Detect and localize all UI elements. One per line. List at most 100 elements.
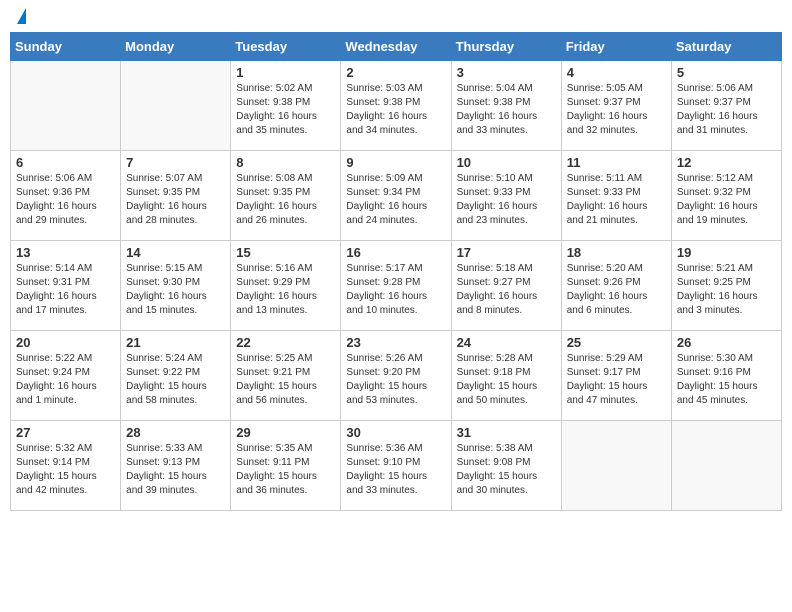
day-number: 28 [126, 425, 225, 440]
day-number: 24 [457, 335, 556, 350]
day-number: 19 [677, 245, 776, 260]
day-info: Sunrise: 5:18 AM Sunset: 9:27 PM Dayligh… [457, 262, 556, 318]
calendar-day-cell: 7 Sunrise: 5:07 AM Sunset: 9:35 PM Daylig… [121, 151, 231, 241]
day-info: Sunrise: 5:32 AM Sunset: 9:14 PM Dayligh… [16, 442, 115, 498]
calendar-day-header: Tuesday [231, 33, 341, 61]
day-number: 18 [567, 245, 666, 260]
calendar-day-cell: 5Sunrise: 5:06 AM Sunset: 9:37 PM Daylig… [671, 61, 781, 151]
calendar-day-cell: 19 Sunrise: 5:21 AM Sunset: 9:25 PM Dayli… [671, 241, 781, 331]
day-number: 3 [457, 65, 556, 80]
day-number: 15 [236, 245, 335, 260]
calendar-day-header: Wednesday [341, 33, 451, 61]
calendar-table: SundayMondayTuesdayWednesdayThursdayFrid… [10, 32, 782, 511]
day-info: Sunrise: 5:02 AM Sunset: 9:38 PM Dayligh… [236, 82, 335, 138]
day-info: Sunrise: 5:12 AM Sunset: 9:32 PM Dayligh… [677, 172, 776, 228]
calendar-day-cell: 4Sunrise: 5:05 AM Sunset: 9:37 PM Daylig… [561, 61, 671, 151]
calendar-day-cell: 20 Sunrise: 5:22 AM Sunset: 9:24 PM Dayli… [11, 331, 121, 421]
day-number: 13 [16, 245, 115, 260]
calendar-day-cell: 13 Sunrise: 5:14 AM Sunset: 9:31 PM Dayli… [11, 241, 121, 331]
day-number: 10 [457, 155, 556, 170]
day-info: Sunrise: 5:03 AM Sunset: 9:38 PM Dayligh… [346, 82, 445, 138]
day-number: 17 [457, 245, 556, 260]
day-info: Sunrise: 5:06 AM Sunset: 9:37 PM Dayligh… [677, 82, 776, 138]
day-number: 29 [236, 425, 335, 440]
calendar-day-cell: 10 Sunrise: 5:10 AM Sunset: 9:33 PM Dayli… [451, 151, 561, 241]
day-info: Sunrise: 5:38 AM Sunset: 9:08 PM Dayligh… [457, 442, 556, 498]
day-info: Sunrise: 5:28 AM Sunset: 9:18 PM Dayligh… [457, 352, 556, 408]
calendar-day-header: Thursday [451, 33, 561, 61]
day-number: 14 [126, 245, 225, 260]
day-info: Sunrise: 5:30 AM Sunset: 9:16 PM Dayligh… [677, 352, 776, 408]
calendar-day-cell [11, 61, 121, 151]
day-info: Sunrise: 5:26 AM Sunset: 9:20 PM Dayligh… [346, 352, 445, 408]
day-info: Sunrise: 5:14 AM Sunset: 9:31 PM Dayligh… [16, 262, 115, 318]
calendar-day-cell: 3 Sunrise: 5:04 AM Sunset: 9:38 PM Daylig… [451, 61, 561, 151]
day-info: Sunrise: 5:10 AM Sunset: 9:33 PM Dayligh… [457, 172, 556, 228]
day-number: 25 [567, 335, 666, 350]
day-info: Sunrise: 5:33 AM Sunset: 9:13 PM Dayligh… [126, 442, 225, 498]
day-info: Sunrise: 5:08 AM Sunset: 9:35 PM Dayligh… [236, 172, 335, 228]
calendar-day-cell: 8 Sunrise: 5:08 AM Sunset: 9:35 PM Daylig… [231, 151, 341, 241]
calendar-day-cell: 29Sunrise: 5:35 AM Sunset: 9:11 PM Dayli… [231, 421, 341, 511]
calendar-day-cell: 12Sunrise: 5:12 AM Sunset: 9:32 PM Dayli… [671, 151, 781, 241]
day-number: 23 [346, 335, 445, 350]
day-info: Sunrise: 5:25 AM Sunset: 9:21 PM Dayligh… [236, 352, 335, 408]
calendar-week-row: 27 Sunrise: 5:32 AM Sunset: 9:14 PM Dayli… [11, 421, 782, 511]
calendar-day-cell: 25 Sunrise: 5:29 AM Sunset: 9:17 PM Dayli… [561, 331, 671, 421]
day-number: 7 [126, 155, 225, 170]
day-info: Sunrise: 5:11 AM Sunset: 9:33 PM Dayligh… [567, 172, 666, 228]
day-info: Sunrise: 5:09 AM Sunset: 9:34 PM Dayligh… [346, 172, 445, 228]
calendar-day-cell: 1 Sunrise: 5:02 AM Sunset: 9:38 PM Daylig… [231, 61, 341, 151]
day-info: Sunrise: 5:36 AM Sunset: 9:10 PM Dayligh… [346, 442, 445, 498]
day-number: 26 [677, 335, 776, 350]
calendar-day-cell: 21Sunrise: 5:24 AM Sunset: 9:22 PM Dayli… [121, 331, 231, 421]
calendar-header-row: SundayMondayTuesdayWednesdayThursdayFrid… [11, 33, 782, 61]
day-info: Sunrise: 5:07 AM Sunset: 9:35 PM Dayligh… [126, 172, 225, 228]
calendar-week-row: 13 Sunrise: 5:14 AM Sunset: 9:31 PM Dayli… [11, 241, 782, 331]
calendar-day-cell: 17 Sunrise: 5:18 AM Sunset: 9:27 PM Dayli… [451, 241, 561, 331]
calendar-day-cell: 28 Sunrise: 5:33 AM Sunset: 9:13 PM Dayli… [121, 421, 231, 511]
calendar-day-cell: 9 Sunrise: 5:09 AM Sunset: 9:34 PM Daylig… [341, 151, 451, 241]
calendar-day-cell: 16 Sunrise: 5:17 AM Sunset: 9:28 PM Dayli… [341, 241, 451, 331]
calendar-day-cell: 22Sunrise: 5:25 AM Sunset: 9:21 PM Dayli… [231, 331, 341, 421]
calendar-day-cell: 24 Sunrise: 5:28 AM Sunset: 9:18 PM Dayli… [451, 331, 561, 421]
day-info: Sunrise: 5:17 AM Sunset: 9:28 PM Dayligh… [346, 262, 445, 318]
calendar-day-cell: 26 Sunrise: 5:30 AM Sunset: 9:16 PM Dayli… [671, 331, 781, 421]
calendar-day-header: Sunday [11, 33, 121, 61]
calendar-day-cell [121, 61, 231, 151]
day-number: 11 [567, 155, 666, 170]
day-number: 20 [16, 335, 115, 350]
day-number: 21 [126, 335, 225, 350]
day-info: Sunrise: 5:20 AM Sunset: 9:26 PM Dayligh… [567, 262, 666, 318]
day-info: Sunrise: 5:29 AM Sunset: 9:17 PM Dayligh… [567, 352, 666, 408]
calendar-day-header: Monday [121, 33, 231, 61]
day-info: Sunrise: 5:05 AM Sunset: 9:37 PM Dayligh… [567, 82, 666, 138]
day-number: 6 [16, 155, 115, 170]
calendar-day-cell: 15 Sunrise: 5:16 AM Sunset: 9:29 PM Dayli… [231, 241, 341, 331]
day-number: 31 [457, 425, 556, 440]
calendar-day-header: Friday [561, 33, 671, 61]
calendar-day-cell: 27 Sunrise: 5:32 AM Sunset: 9:14 PM Dayli… [11, 421, 121, 511]
day-info: Sunrise: 5:04 AM Sunset: 9:38 PM Dayligh… [457, 82, 556, 138]
logo [14, 10, 26, 24]
day-number: 30 [346, 425, 445, 440]
day-number: 27 [16, 425, 115, 440]
day-number: 9 [346, 155, 445, 170]
day-info: Sunrise: 5:16 AM Sunset: 9:29 PM Dayligh… [236, 262, 335, 318]
calendar-day-header: Saturday [671, 33, 781, 61]
day-number: 16 [346, 245, 445, 260]
day-info: Sunrise: 5:21 AM Sunset: 9:25 PM Dayligh… [677, 262, 776, 318]
day-info: Sunrise: 5:22 AM Sunset: 9:24 PM Dayligh… [16, 352, 115, 408]
calendar-day-cell: 6Sunrise: 5:06 AM Sunset: 9:36 PM Daylig… [11, 151, 121, 241]
calendar-day-cell: 2 Sunrise: 5:03 AM Sunset: 9:38 PM Daylig… [341, 61, 451, 151]
calendar-day-cell: 31 Sunrise: 5:38 AM Sunset: 9:08 PM Dayli… [451, 421, 561, 511]
calendar-day-cell: 23 Sunrise: 5:26 AM Sunset: 9:20 PM Dayli… [341, 331, 451, 421]
calendar-week-row: 20 Sunrise: 5:22 AM Sunset: 9:24 PM Dayli… [11, 331, 782, 421]
calendar-day-cell [561, 421, 671, 511]
day-number: 1 [236, 65, 335, 80]
calendar-day-cell: 14 Sunrise: 5:15 AM Sunset: 9:30 PM Dayli… [121, 241, 231, 331]
day-number: 8 [236, 155, 335, 170]
page-header [10, 10, 782, 24]
day-number: 2 [346, 65, 445, 80]
day-info: Sunrise: 5:15 AM Sunset: 9:30 PM Dayligh… [126, 262, 225, 318]
